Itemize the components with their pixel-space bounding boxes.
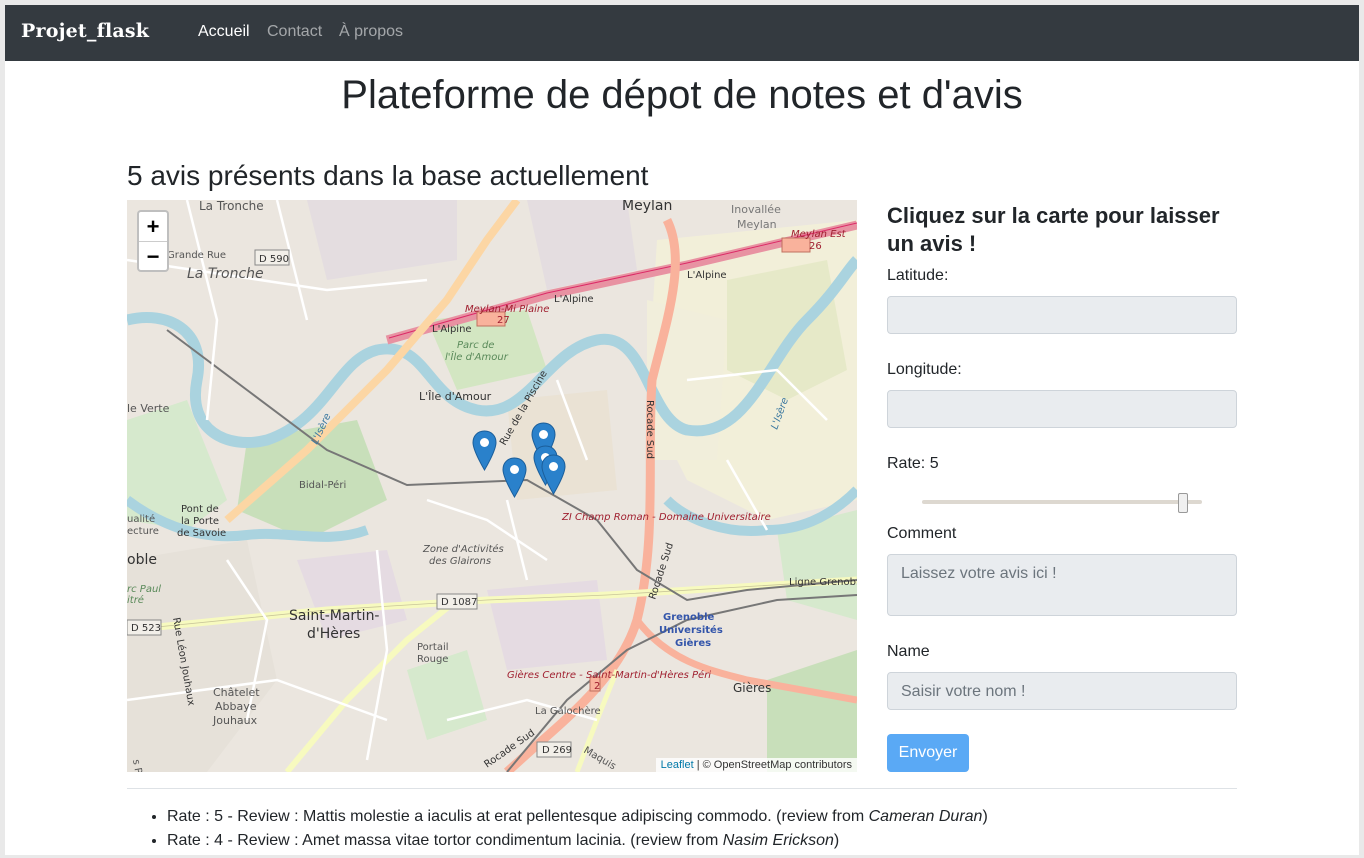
- map-tiles: La Tronche Grande Rue La Tronche D 590 M…: [127, 200, 857, 772]
- zoom-in-button[interactable]: +: [139, 212, 167, 242]
- map-label: Abbaye: [215, 700, 257, 713]
- map-label: Zone d'Activités: [422, 543, 504, 555]
- reviews-count-title: 5 avis présents dans la base actuellemen…: [127, 160, 649, 191]
- latitude-label: Latitude:: [887, 267, 949, 284]
- longitude-input[interactable]: [887, 390, 1237, 428]
- map-label: 27: [497, 315, 510, 326]
- rate-slider[interactable]: [922, 500, 1202, 504]
- map-label: L'Alpine: [687, 270, 727, 281]
- map-marker[interactable]: [541, 454, 566, 495]
- leaflet-link[interactable]: Leaflet: [661, 759, 694, 771]
- map-label: Meylan: [737, 218, 777, 231]
- zoom-out-button[interactable]: −: [139, 242, 167, 271]
- map-label: D 523: [131, 623, 161, 634]
- map-label: itré: [127, 594, 144, 606]
- navbar: Projet_flask Accueil Contact À propos: [5, 5, 1359, 61]
- map-label: 26: [809, 241, 822, 252]
- map-label: Gières: [675, 637, 711, 649]
- name-label: Name: [887, 643, 930, 660]
- browser-viewport: Projet_flask Accueil Contact À propos Pl…: [5, 5, 1359, 855]
- map-label: Châtelet: [213, 686, 260, 699]
- latitude-input[interactable]: [887, 296, 1237, 334]
- map-label: L'Alpine: [554, 294, 594, 305]
- map-label: La Tronche: [187, 266, 264, 282]
- map-label: Rocade Sud: [644, 400, 655, 459]
- review-author: Cameran Duran: [868, 808, 983, 825]
- map-label: ZI Champ Roman - Domaine Universitaire: [561, 512, 771, 523]
- map-label: L'Alpine: [432, 324, 472, 335]
- page-title: Plateforme de dépot de notes et d'avis: [341, 73, 1023, 117]
- map-label: l'Île d'Amour: [445, 350, 509, 363]
- rate-slider-thumb[interactable]: [1178, 493, 1188, 513]
- divider: [127, 788, 1237, 789]
- map-label: La Galochère: [535, 705, 601, 717]
- reviews-list: Rate : 5 - Review : Mattis molestie a ia…: [149, 805, 988, 853]
- review-author: Nasim Erickson: [722, 832, 834, 849]
- map-label: L'Île d'Amour: [419, 390, 492, 403]
- longitude-label: Longitude:: [887, 361, 962, 378]
- form-title: Cliquez sur la carte pour laisser un avi…: [887, 203, 1220, 256]
- rate-label: Rate: 5: [887, 455, 939, 472]
- map-label: Portail: [417, 642, 449, 653]
- map-marker[interactable]: [502, 457, 527, 498]
- map-label: Gières: [733, 681, 771, 695]
- map[interactable]: La Tronche Grande Rue La Tronche D 590 M…: [127, 200, 857, 772]
- nav-link-accueil[interactable]: Accueil: [198, 23, 250, 41]
- map-label: Meylan: [622, 200, 672, 214]
- map-label: Universités: [659, 624, 723, 636]
- map-label: D 590: [259, 254, 289, 265]
- review-close: ): [982, 808, 988, 825]
- map-label: D 269: [542, 745, 572, 756]
- map-label: 2: [594, 681, 600, 692]
- zoom-control: + −: [137, 210, 169, 272]
- nav-link-contact[interactable]: Contact: [267, 23, 322, 41]
- map-label: de Savoie: [177, 528, 226, 539]
- nav-link-a-propos[interactable]: À propos: [339, 23, 403, 41]
- review-text: Rate : 5 - Review : Mattis molestie a ia…: [167, 808, 869, 825]
- comment-label: Comment: [887, 525, 957, 542]
- map-label: Grande Rue: [167, 250, 226, 261]
- map-label: Meylan-Mi Plaine: [465, 304, 549, 315]
- map-label: Inovallée: [731, 203, 781, 216]
- map-label: Pont de: [181, 504, 219, 515]
- map-label: La Tronche: [199, 200, 264, 213]
- list-item: Rate : 4 - Review : Amet massa vitae tor…: [167, 829, 988, 853]
- map-label: des Glairons: [429, 556, 491, 567]
- comment-textarea[interactable]: Laissez votre avis ici !: [887, 554, 1237, 616]
- name-input[interactable]: Saisir votre nom !: [887, 672, 1237, 710]
- review-close: ): [833, 832, 840, 849]
- map-label: Saint-Martin-: [289, 608, 380, 624]
- map-label: le Verte: [127, 402, 170, 415]
- map-label: Grenoble: [663, 612, 714, 623]
- map-label: Gières Centre - Saint-Martin-d'Hères Pér…: [507, 669, 711, 681]
- map-label: rc Paul: [127, 584, 161, 595]
- map-label: Parc de: [457, 340, 494, 351]
- map-label: Rouge: [417, 654, 448, 665]
- map-label: Jouhaux: [212, 714, 258, 727]
- map-label: ecture: [127, 526, 159, 537]
- brand-link[interactable]: Projet_flask: [21, 20, 149, 42]
- map-label: Bidal-Péri: [299, 479, 346, 491]
- map-label: oble: [127, 552, 157, 568]
- review-text: Rate : 4 - Review : Amet massa vitae tor…: [167, 832, 723, 849]
- map-label: ualité: [127, 513, 155, 525]
- submit-button[interactable]: Envoyer: [887, 734, 969, 772]
- map-label: la Porte: [181, 516, 219, 527]
- attribution-text: | © OpenStreetMap contributors: [696, 759, 852, 771]
- map-marker[interactable]: [472, 430, 497, 471]
- list-item: Rate : 5 - Review : Mattis molestie a ia…: [167, 805, 988, 829]
- map-label: Ligne Grenoble: [789, 577, 857, 588]
- comment-placeholder: Laissez votre avis ici !: [901, 565, 1057, 582]
- map-label: D 1087: [441, 597, 477, 608]
- map-label: Meylan Est: [791, 229, 847, 240]
- map-label: d'Hères: [307, 626, 360, 642]
- name-placeholder: Saisir votre nom !: [901, 683, 1026, 700]
- map-attribution: Leaflet | © OpenStreetMap contributors: [655, 758, 857, 772]
